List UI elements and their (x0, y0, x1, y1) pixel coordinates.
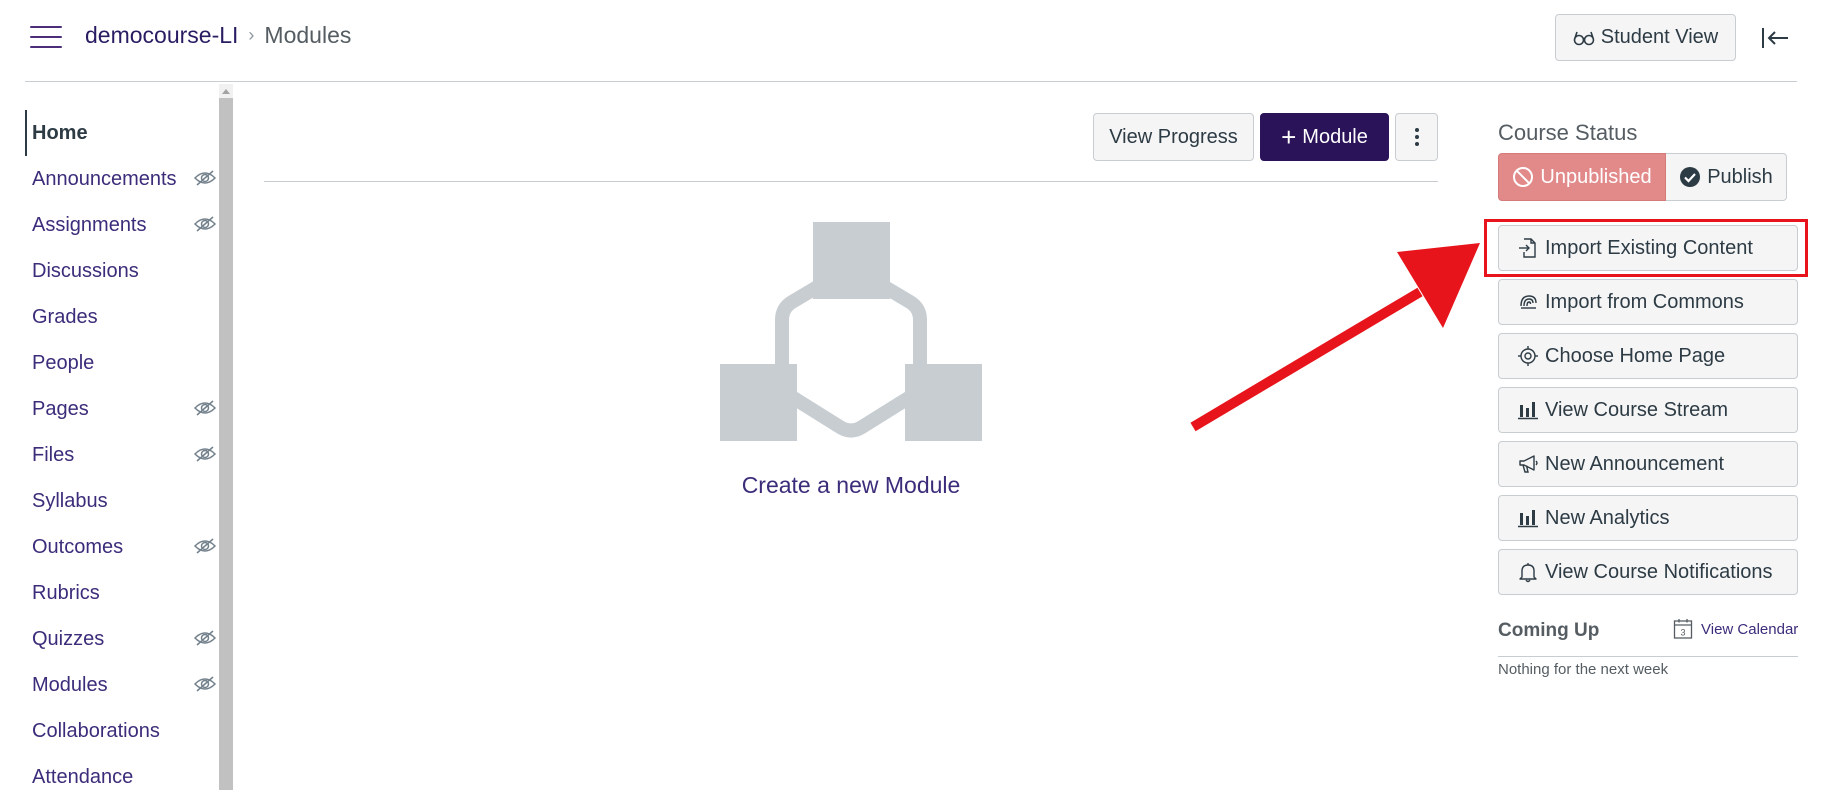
nav-item-home[interactable]: Home (25, 110, 220, 156)
nav-item-label: Attendance (32, 765, 134, 788)
nav-item-label: Syllabus (32, 489, 108, 512)
new-analytics-button[interactable]: New Analytics (1498, 495, 1798, 541)
nav-item-outcomes[interactable]: Outcomes (25, 524, 220, 570)
svg-text:3: 3 (1680, 628, 1685, 638)
breadcrumb-separator: › (248, 25, 255, 45)
nav-item-label: Collaborations (32, 719, 160, 742)
nav-item-label: Modules (32, 673, 108, 696)
view-course-stream-button[interactable]: View Course Stream (1498, 387, 1798, 433)
nav-item-files[interactable]: Files (25, 432, 220, 478)
plus-icon: + (1281, 122, 1297, 152)
hidden-eye-icon (193, 400, 217, 416)
publish-button[interactable]: Publish (1666, 153, 1787, 201)
coming-up-heading: Coming Up (1498, 620, 1600, 641)
glasses-icon (1573, 31, 1595, 45)
hidden-eye-icon (193, 216, 217, 232)
nav-item-label: Quizzes (32, 627, 105, 650)
commons-icon (1520, 295, 1537, 309)
add-module-button[interactable]: + Module (1260, 113, 1389, 161)
scrollbar-up-arrow-icon[interactable] (219, 84, 233, 98)
nav-item-discussions[interactable]: Discussions (25, 248, 220, 294)
publish-label: Publish (1707, 165, 1773, 188)
nav-item-modules[interactable]: Modules (25, 662, 220, 708)
action-label: New Announcement (1545, 452, 1725, 475)
hidden-eye-icon (193, 676, 217, 692)
modules-illustration-icon (720, 222, 982, 441)
top-header: democourse-LI › Modules Student View (0, 0, 1822, 82)
bar-chart-icon (1518, 510, 1538, 528)
hidden-eye-icon (193, 170, 217, 186)
hidden-eye-icon (193, 630, 217, 646)
highlight-annotation-box (1484, 219, 1808, 277)
nav-item-attendance[interactable]: Attendance (25, 754, 220, 790)
target-icon (1518, 346, 1538, 366)
nav-item-label: Assignments (32, 213, 147, 236)
unpublished-label: Unpublished (1540, 165, 1652, 188)
nav-item-label: Rubrics (32, 581, 100, 604)
nav-item-pages[interactable]: Pages (25, 386, 220, 432)
nav-item-rubrics[interactable]: Rubrics (25, 570, 220, 616)
nav-item-label: Files (32, 443, 75, 466)
more-options-button[interactable] (1395, 113, 1438, 161)
hamburger-menu-icon[interactable] (30, 26, 62, 50)
nav-item-people[interactable]: People (25, 340, 220, 386)
nav-item-announcements[interactable]: Announcements (25, 156, 220, 202)
unpublished-icon (1513, 167, 1534, 187)
nav-item-label: Discussions (32, 259, 139, 282)
nav-item-grades[interactable]: Grades (25, 294, 220, 340)
nav-item-collaborations[interactable]: Collaborations (25, 708, 220, 754)
check-circle-icon (1680, 167, 1701, 187)
student-view-button[interactable]: Student View (1555, 14, 1736, 61)
bar-chart-icon (1518, 402, 1538, 420)
action-label: New Analytics (1545, 506, 1670, 529)
nav-scrollbar[interactable] (219, 84, 233, 790)
nav-item-label: Grades (32, 305, 98, 328)
nav-item-label: Outcomes (32, 535, 124, 558)
choose-home-page-button[interactable]: Choose Home Page (1498, 333, 1798, 379)
nav-item-label: Announcements (32, 167, 177, 190)
calendar-icon: 3 (1673, 619, 1693, 639)
collapse-sidebar-icon[interactable] (1760, 24, 1790, 52)
action-label: Choose Home Page (1545, 344, 1726, 367)
action-label: Import from Commons (1545, 290, 1744, 313)
view-progress-button[interactable]: View Progress (1093, 113, 1254, 161)
course-navigation: Home Announcements Assignments Discussions G… (25, 110, 220, 790)
nav-item-label: Home (32, 121, 88, 144)
breadcrumb: democourse-LI › Modules (85, 22, 351, 49)
nav-item-quizzes[interactable]: Quizzes (25, 616, 220, 662)
kebab-menu-icon (1414, 128, 1419, 146)
nav-item-syllabus[interactable]: Syllabus (25, 478, 220, 524)
course-actions-list: Import Existing Content Import from Commo… (1498, 225, 1798, 603)
hidden-eye-icon (193, 446, 217, 462)
create-new-module-link[interactable]: Create a new Module (700, 472, 1002, 499)
view-calendar-link[interactable]: 3 View Calendar (1673, 618, 1798, 640)
nav-item-label: Pages (32, 397, 89, 420)
action-label: View Course Stream (1545, 398, 1729, 421)
nav-item-assignments[interactable]: Assignments (25, 202, 220, 248)
add-module-label: Module (1302, 125, 1368, 148)
student-view-label: Student View (1600, 26, 1719, 48)
header-divider (25, 81, 1797, 82)
coming-up-divider (1498, 656, 1798, 657)
coming-up-empty-text: Nothing for the next week (1498, 661, 1669, 678)
import-from-commons-button[interactable]: Import from Commons (1498, 279, 1798, 325)
course-status-heading: Course Status (1498, 120, 1638, 145)
new-announcement-button[interactable]: New Announcement (1498, 441, 1798, 487)
megaphone-icon (1519, 455, 1538, 473)
breadcrumb-course-link[interactable]: democourse-LI (85, 22, 238, 49)
modules-toolbar: View Progress + Module (1093, 113, 1438, 161)
breadcrumb-current-page: Modules (264, 22, 352, 48)
bell-icon (1519, 563, 1537, 583)
view-calendar-label: View Calendar (1701, 620, 1799, 638)
toolbar-divider (264, 181, 1438, 182)
hidden-eye-icon (193, 538, 217, 554)
nav-item-label: People (32, 351, 95, 374)
unpublished-button[interactable]: Unpublished (1498, 153, 1666, 201)
publish-status-group: Unpublished Publish (1498, 153, 1787, 201)
action-label: View Course Notifications (1545, 560, 1773, 583)
view-course-notifications-button[interactable]: View Course Notifications (1498, 549, 1798, 595)
